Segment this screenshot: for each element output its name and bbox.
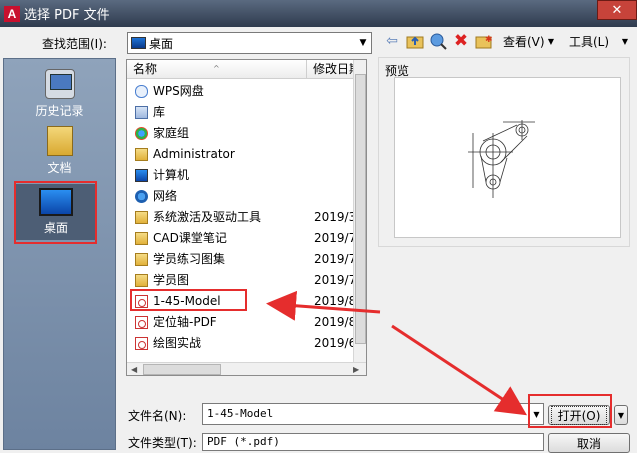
history-icon — [44, 69, 75, 99]
library-icon — [135, 106, 148, 119]
chevron-down-icon[interactable]: ▼ — [620, 35, 630, 47]
chevron-down-icon[interactable]: ▼ — [546, 35, 556, 47]
autocad-app-icon: A — [4, 5, 20, 22]
list-item[interactable]: 学员练习图集 2019/7 — [127, 249, 356, 270]
network-icon — [135, 190, 148, 203]
back-arrow-icon[interactable]: ⇦ — [382, 31, 402, 51]
svg-text:✱: ✱ — [485, 35, 493, 45]
folder-icon — [135, 274, 148, 287]
place-history-label: 历史记录 — [35, 104, 84, 118]
list-item[interactable]: 系统激活及驱动工具 2019/3 — [127, 207, 356, 228]
place-history[interactable]: 历史记录 — [4, 69, 115, 119]
annotation-arrow-open — [391, 324, 528, 416]
scroll-right-icon[interactable]: ▶ — [353, 365, 359, 374]
sort-ascending-icon: ^ — [213, 64, 220, 73]
close-button[interactable]: ✕ — [597, 0, 637, 20]
list-item[interactable]: CAD课堂笔记 2019/7 — [127, 228, 356, 249]
place-documents[interactable]: 文档 — [4, 126, 115, 176]
filetype-label: 文件类型(T): — [128, 436, 197, 450]
list-item[interactable]: 库 — [127, 102, 353, 123]
list-item[interactable]: 网络 — [127, 186, 353, 207]
filename-input[interactable]: 1-45-Model — [202, 403, 530, 425]
folder-icon — [135, 211, 148, 224]
chevron-down-icon[interactable]: ▼ — [355, 33, 371, 53]
title-bar: A 选择 PDF 文件 ✕ — [0, 0, 637, 27]
file-list[interactable]: 名称 ^ 修改日期 WPS网盘 库 家庭组 Administrator 计算机 … — [126, 59, 367, 376]
folder-icon — [135, 253, 148, 266]
pdf-icon — [135, 316, 148, 329]
scroll-left-icon[interactable]: ◀ — [131, 365, 137, 374]
folder-icon — [135, 232, 148, 245]
preview-pane — [394, 77, 621, 238]
new-folder-icon[interactable]: ✱ — [474, 31, 494, 51]
column-header-name[interactable]: 名称 ^ — [127, 60, 307, 79]
list-item[interactable]: WPS网盘 — [127, 81, 353, 102]
lookin-combo[interactable]: 桌面 ▼ — [127, 32, 372, 54]
list-item[interactable]: 学员图 2019/7 — [127, 270, 356, 291]
filetype-select[interactable]: PDF (*.pdf) — [202, 433, 544, 451]
place-documents-label: 文档 — [47, 161, 72, 175]
horizontal-scrollbar[interactable]: ◀ ▶ — [127, 362, 366, 375]
filename-label: 文件名(N): — [128, 409, 187, 423]
places-bar: 历史记录 文档 桌面 — [3, 58, 116, 450]
user-folder-icon — [135, 148, 148, 161]
vertical-scrollbar[interactable] — [353, 60, 366, 362]
vertical-scroll-thumb[interactable] — [355, 74, 366, 344]
documents-folder-icon — [46, 126, 73, 156]
cloud-icon — [135, 85, 148, 98]
annotation-highlight-open — [528, 394, 612, 428]
annotation-highlight-desktop — [14, 181, 97, 244]
toolbar: ⇦ ✖ ✱ — [382, 31, 497, 51]
homegroup-icon — [135, 127, 148, 140]
tools-menu[interactable]: 工具(L) — [569, 33, 609, 50]
window-title: 选择 PDF 文件 — [24, 8, 110, 23]
list-item[interactable]: 家庭组 — [127, 123, 353, 144]
delete-icon[interactable]: ✖ — [451, 31, 471, 51]
list-item[interactable]: 定位轴-PDF 2019/8 — [127, 312, 356, 333]
view-menu[interactable]: 查看(V) — [503, 33, 545, 50]
lookin-label: 查找范围(I): — [42, 37, 107, 51]
lookin-value: 桌面 — [149, 36, 174, 51]
desktop-icon — [131, 37, 146, 49]
open-options-button[interactable]: ▼ — [614, 405, 628, 425]
list-item[interactable]: 绘图实战 2019/6 — [127, 333, 356, 354]
list-item[interactable]: 计算机 — [127, 165, 353, 186]
horizontal-scroll-thumb[interactable] — [143, 364, 221, 375]
pdf-icon — [135, 337, 148, 350]
computer-icon — [135, 169, 148, 182]
cad-drawing-thumbnail — [468, 120, 535, 198]
cancel-button[interactable]: 取消 — [548, 433, 630, 453]
up-folder-icon[interactable] — [405, 31, 425, 51]
search-web-icon[interactable] — [428, 31, 448, 51]
annotation-highlight-file — [130, 289, 247, 311]
list-item[interactable]: Administrator — [127, 144, 353, 165]
